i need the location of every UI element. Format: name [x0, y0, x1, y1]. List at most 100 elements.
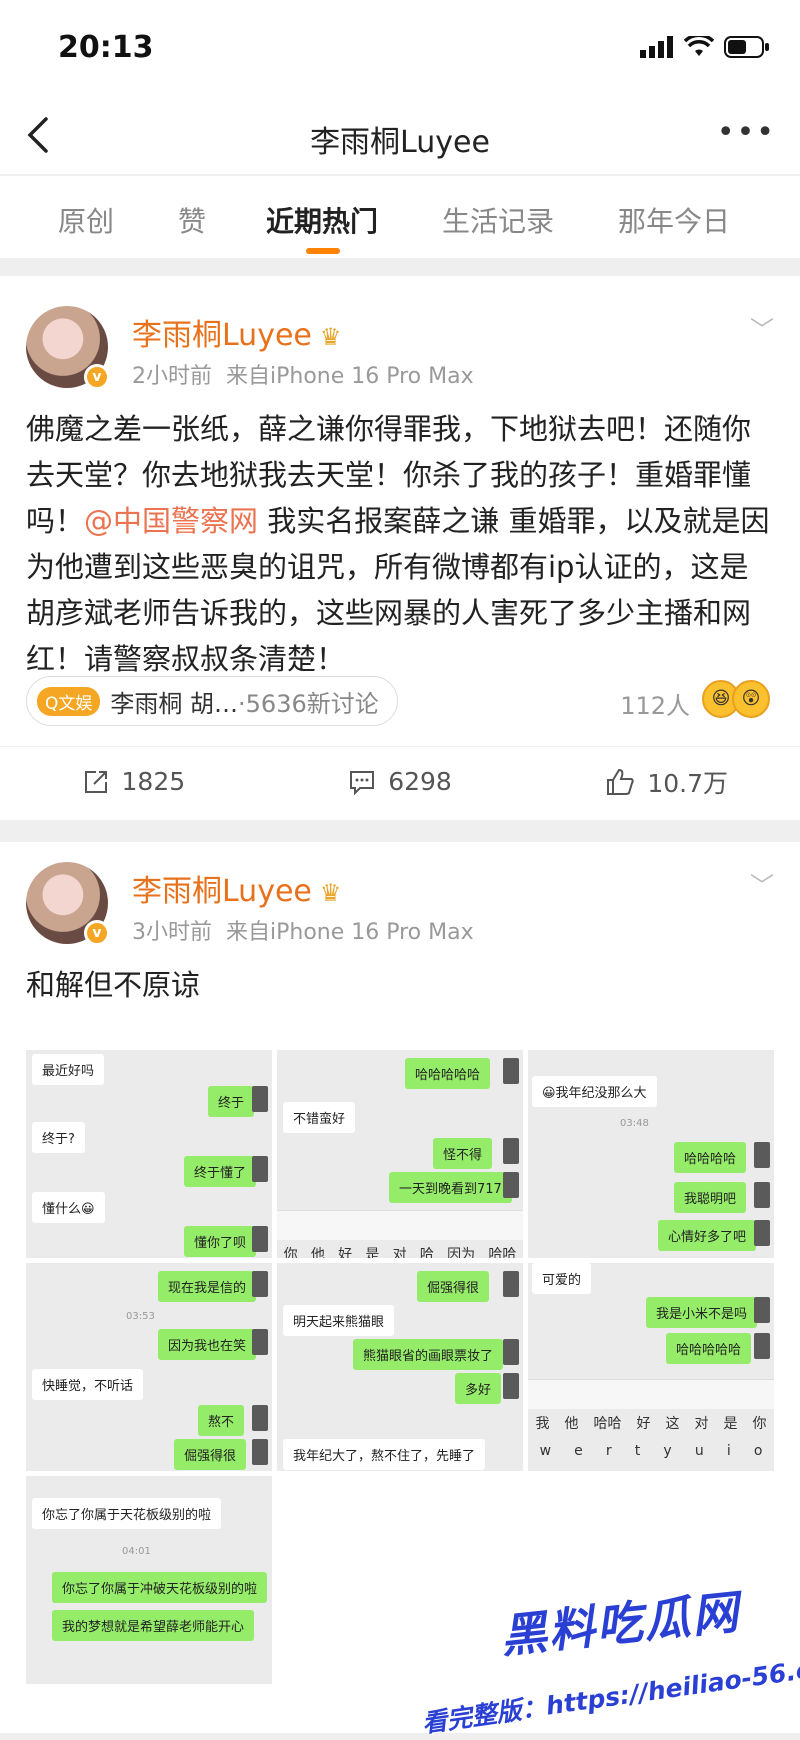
chat-input [528, 1379, 774, 1409]
key: 哈哈 [488, 1247, 517, 1258]
avatar [503, 1172, 519, 1198]
chat-screenshot[interactable]: 😀我年纪没那么大 03:48 哈哈哈哈 我聪明吧 心情好多了吧 [528, 1050, 774, 1258]
chat-bubble: 我聪明吧 [674, 1182, 747, 1213]
key: 他 [564, 1416, 579, 1432]
key: u [694, 1443, 704, 1459]
like-button[interactable]: 10.7万 [533, 764, 800, 800]
chat-bubble: 熊猫眼省的画眼票妆了 [353, 1339, 504, 1370]
post-text: 佛魔之差一张纸，薛之谦你得罪我，下地狱去吧！还随你去天堂？你去地狱我去天堂！你杀… [26, 406, 776, 682]
repost-button[interactable]: 1825 [0, 767, 267, 796]
crown-icon: ♛ [319, 322, 342, 351]
post-time: 2小时前 [132, 364, 212, 389]
topic-chip[interactable]: Q文娱 李雨桐 胡… ·5636新讨论 [26, 676, 398, 726]
status-bar: 20:13 [0, 0, 800, 95]
chevron-down-icon[interactable]: ﹀ [750, 866, 774, 901]
tab-likes[interactable]: 赞 [178, 200, 206, 240]
more-options-button[interactable]: ••• [717, 115, 776, 150]
avatar [503, 1058, 519, 1084]
tab-original[interactable]: 原创 [58, 200, 114, 240]
chat-bubble: 你忘了你属于天花板级别的啦 [32, 1498, 222, 1529]
tab-recent-hot[interactable]: 近期热门 [266, 200, 378, 240]
chat-bubble: 终于懂了 [184, 1156, 257, 1187]
comment-count: 6298 [388, 767, 452, 796]
key: w [539, 1443, 552, 1459]
chat-screenshot[interactable]: 哈哈哈哈哈 不错蛮好 怪不得 一天到晚看到717 你 他 好 是 对 哈 因为 哈哈 [277, 1050, 523, 1258]
status-time: 20:13 [58, 30, 154, 65]
chat-bubble: 我的梦想就是希望薛老师能开心 [52, 1610, 255, 1641]
post-author[interactable]: 李雨桐Luyee ♛ [132, 310, 341, 354]
active-tab-indicator [306, 248, 340, 254]
wifi-icon [684, 36, 714, 56]
avatar [252, 1226, 268, 1252]
post-time: 3小时前 [132, 920, 212, 945]
repost-count: 1825 [121, 767, 186, 796]
avatar [503, 1373, 519, 1399]
chat-bubble: 现在我是信的 [158, 1271, 257, 1302]
topic-text: 李雨桐 胡… [110, 689, 239, 718]
chat-bubble: 一天到晚看到717 [389, 1172, 512, 1203]
avatar [252, 1271, 268, 1297]
key: 哈 [419, 1247, 434, 1258]
crown-icon: ♛ [319, 878, 342, 907]
key: 你 [752, 1416, 767, 1432]
post-meta: 3小时前 来自iPhone 16 Pro Max [132, 914, 474, 946]
chat-screenshot[interactable]: 最近好吗 终于 终于? 终于懂了 懂什么😀 懂你了呗 [26, 1050, 272, 1258]
chat-timestamp: 03:53 [126, 1311, 155, 1322]
chat-bubble: 最近好吗 [32, 1054, 105, 1085]
avatar [252, 1086, 268, 1112]
watermark-url: 看完整版：https://heiliao-56.com [420, 1648, 800, 1739]
verified-badge-icon: v [84, 364, 110, 390]
tab-life-record[interactable]: 生活记录 [442, 200, 554, 240]
watermark: 黑料吃瓜网 看完整版：https://heiliao-56.com [420, 1578, 800, 1739]
post-source: 来自iPhone 16 Pro Max [226, 364, 474, 389]
post-source: 来自iPhone 16 Pro Max [226, 920, 474, 945]
chat-bubble: 我是小米不是吗 [646, 1297, 758, 1328]
watermark-brand: 黑料吃瓜网 [498, 1584, 743, 1664]
avatar [252, 1439, 268, 1465]
key: t [634, 1443, 641, 1459]
author-name: 李雨桐Luyee [132, 874, 312, 909]
comment-icon [350, 770, 375, 795]
avatar [754, 1333, 770, 1359]
post-text: 和解但不原谅 [26, 968, 201, 1002]
avatar [252, 1329, 268, 1355]
key: 哈哈 [593, 1416, 622, 1432]
chevron-down-icon[interactable]: ﹀ [750, 310, 774, 345]
chat-timestamp: 04:01 [122, 1546, 151, 1557]
avatar [754, 1297, 770, 1323]
shock-emoji-icon: 😲 [732, 680, 770, 718]
post-author[interactable]: 李雨桐Luyee ♛ [132, 866, 341, 910]
avatar [503, 1271, 519, 1297]
key: 对 [392, 1247, 407, 1258]
key: e [574, 1443, 583, 1459]
keyboard-row: wertyuio [528, 1443, 774, 1459]
signal-icon [640, 36, 673, 58]
key: 好 [338, 1247, 353, 1258]
post-meta: 2小时前 来自iPhone 16 Pro Max [132, 358, 474, 390]
chat-input [277, 1210, 523, 1240]
chat-screenshot[interactable]: 倔强得很 明天起来熊猫眼 熊猫眼省的画眼票妆了 多好 我年纪大了，熬不住了，先睡… [277, 1263, 523, 1471]
avatar [252, 1405, 268, 1431]
tab-this-day[interactable]: 那年今日 [618, 200, 730, 240]
key: 你 [283, 1247, 298, 1258]
chat-bubble: 懂你了呗 [184, 1226, 257, 1257]
avatar [754, 1142, 770, 1168]
status-icons [640, 36, 770, 58]
mention-link[interactable]: @中国警察网 [84, 504, 258, 538]
comment-button[interactable]: 6298 [267, 767, 534, 796]
repost-icon [84, 770, 107, 793]
chat-timestamp: 03:48 [620, 1118, 649, 1129]
battery-icon [724, 36, 769, 58]
topic-count: ·5636新讨论 [238, 689, 379, 718]
avatar [754, 1220, 770, 1246]
chat-screenshot[interactable]: 现在我是信的 03:53 因为我也在笑 快睡觉，不听话 熬不 倔强得很 [26, 1263, 272, 1471]
chat-bubble: 哈哈哈哈哈 [666, 1333, 752, 1364]
chat-screenshot[interactable]: 你忘了你属于天花板级别的啦 04:01 你忘了你属于冲破天花板级别的啦 我的梦想… [26, 1476, 272, 1684]
thumbs-up-icon [607, 768, 634, 795]
chat-screenshot[interactable]: 可爱的 我是小米不是吗 哈哈哈哈哈 我他哈哈好这对是你 w e r t y u i o [528, 1263, 774, 1471]
chat-bubble: 终于? [32, 1122, 85, 1153]
chat-bubble: 熬不 [198, 1405, 245, 1436]
chat-bubble: 倔强得很 [174, 1439, 247, 1470]
key: 他 [310, 1247, 325, 1258]
key: 对 [694, 1416, 709, 1432]
